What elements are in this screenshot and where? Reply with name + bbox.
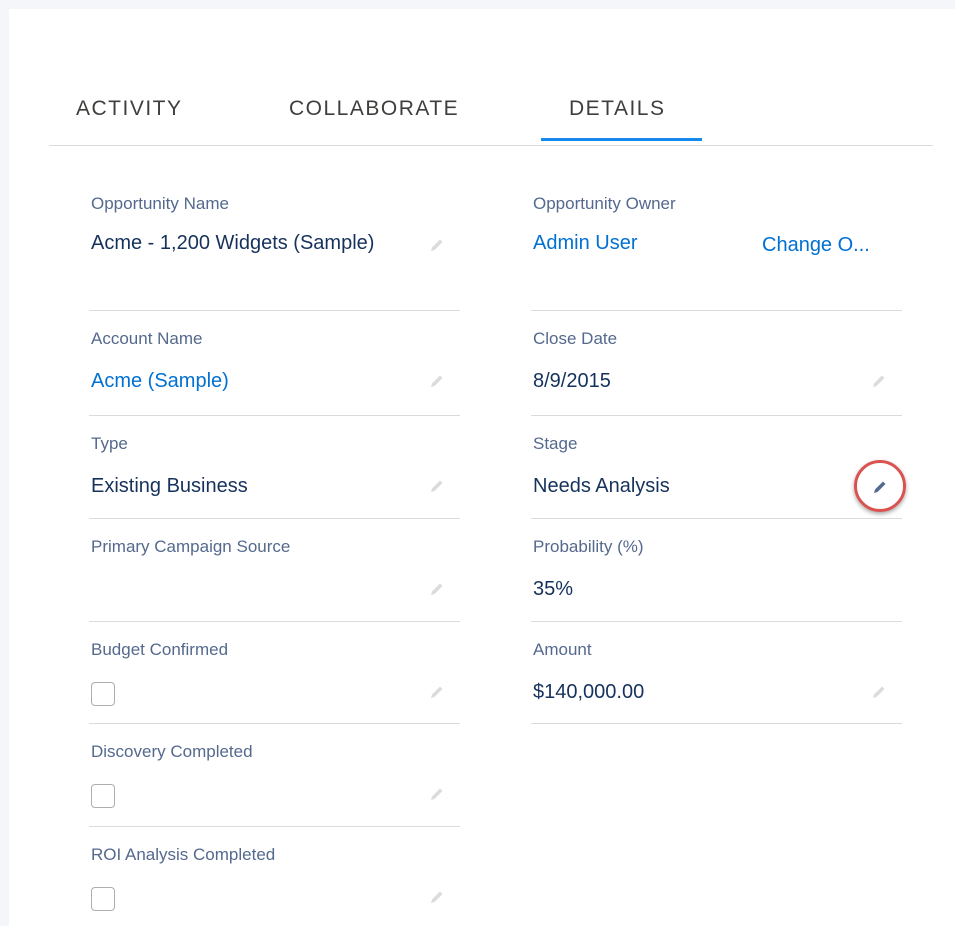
tab-collaborate[interactable]: COLLABORATE — [289, 97, 459, 121]
field-label: Close Date — [533, 329, 618, 348]
field-value: $140,000.00 — [533, 681, 645, 703]
field-amount: Amount $140,000.00 — [531, 622, 902, 724]
field-label: Opportunity Name — [91, 194, 229, 213]
opportunity-owner-link[interactable]: Admin User — [533, 225, 637, 261]
budget-confirmed-checkbox[interactable] — [91, 682, 115, 706]
pencil-icon[interactable] — [429, 478, 445, 494]
tab-details[interactable]: DETAILS — [569, 97, 665, 121]
field-roi-analysis-completed: ROI Analysis Completed — [89, 827, 460, 926]
details-card: ACTIVITY COLLABORATE DETAILS Opportunity… — [9, 9, 955, 926]
field-label: Amount — [533, 640, 592, 659]
field-primary-campaign-source: Primary Campaign Source — [89, 519, 460, 622]
field-value: 8/9/2015 — [533, 370, 611, 392]
field-close-date: Close Date 8/9/2015 — [531, 311, 902, 416]
pencil-icon[interactable] — [429, 786, 445, 802]
field-account-name: Account Name Acme (Sample) — [89, 311, 460, 416]
tab-activity[interactable]: ACTIVITY — [76, 97, 183, 121]
field-label: Budget Confirmed — [91, 640, 229, 659]
field-type: Type Existing Business — [89, 416, 460, 519]
pencil-icon[interactable] — [872, 479, 888, 495]
pencil-icon[interactable] — [429, 237, 445, 253]
tab-bar: ACTIVITY COLLABORATE DETAILS — [9, 9, 955, 149]
change-owner-link[interactable]: Change O... — [762, 234, 870, 257]
field-stage: Stage Needs Analysis — [531, 416, 906, 519]
field-probability: Probability (%) 35% — [531, 519, 902, 622]
field-label: Opportunity Owner — [533, 194, 676, 213]
pencil-icon[interactable] — [871, 373, 887, 389]
field-label: Account Name — [91, 329, 203, 348]
field-opportunity-name: Opportunity Name Acme - 1,200 Widgets (S… — [89, 189, 460, 311]
pencil-icon[interactable] — [429, 684, 445, 700]
active-tab-indicator — [541, 138, 702, 141]
field-budget-confirmed: Budget Confirmed — [89, 622, 460, 724]
field-label: Stage — [533, 434, 578, 453]
pencil-icon[interactable] — [429, 889, 445, 905]
field-label: Discovery Completed — [91, 742, 253, 761]
pencil-icon[interactable] — [429, 373, 445, 389]
account-name-link[interactable]: Acme (Sample) — [91, 363, 229, 399]
tabs-divider — [49, 145, 933, 146]
field-value: 35% — [533, 578, 574, 600]
roi-analysis-completed-checkbox[interactable] — [91, 887, 115, 911]
pencil-icon[interactable] — [871, 684, 887, 700]
discovery-completed-checkbox[interactable] — [91, 784, 115, 808]
field-value: Needs Analysis — [533, 475, 670, 497]
field-label: Primary Campaign Source — [91, 537, 291, 556]
pencil-icon[interactable] — [429, 581, 445, 597]
field-value: Existing Business — [91, 475, 248, 497]
field-opportunity-owner: Opportunity Owner Admin User Change O... — [531, 189, 902, 311]
field-discovery-completed: Discovery Completed — [89, 724, 460, 827]
field-value: Acme - 1,200 Widgets (Sample) — [91, 232, 375, 254]
field-label: Type — [91, 434, 128, 453]
field-label: ROI Analysis Completed — [91, 845, 276, 864]
field-label: Probability (%) — [533, 537, 644, 556]
